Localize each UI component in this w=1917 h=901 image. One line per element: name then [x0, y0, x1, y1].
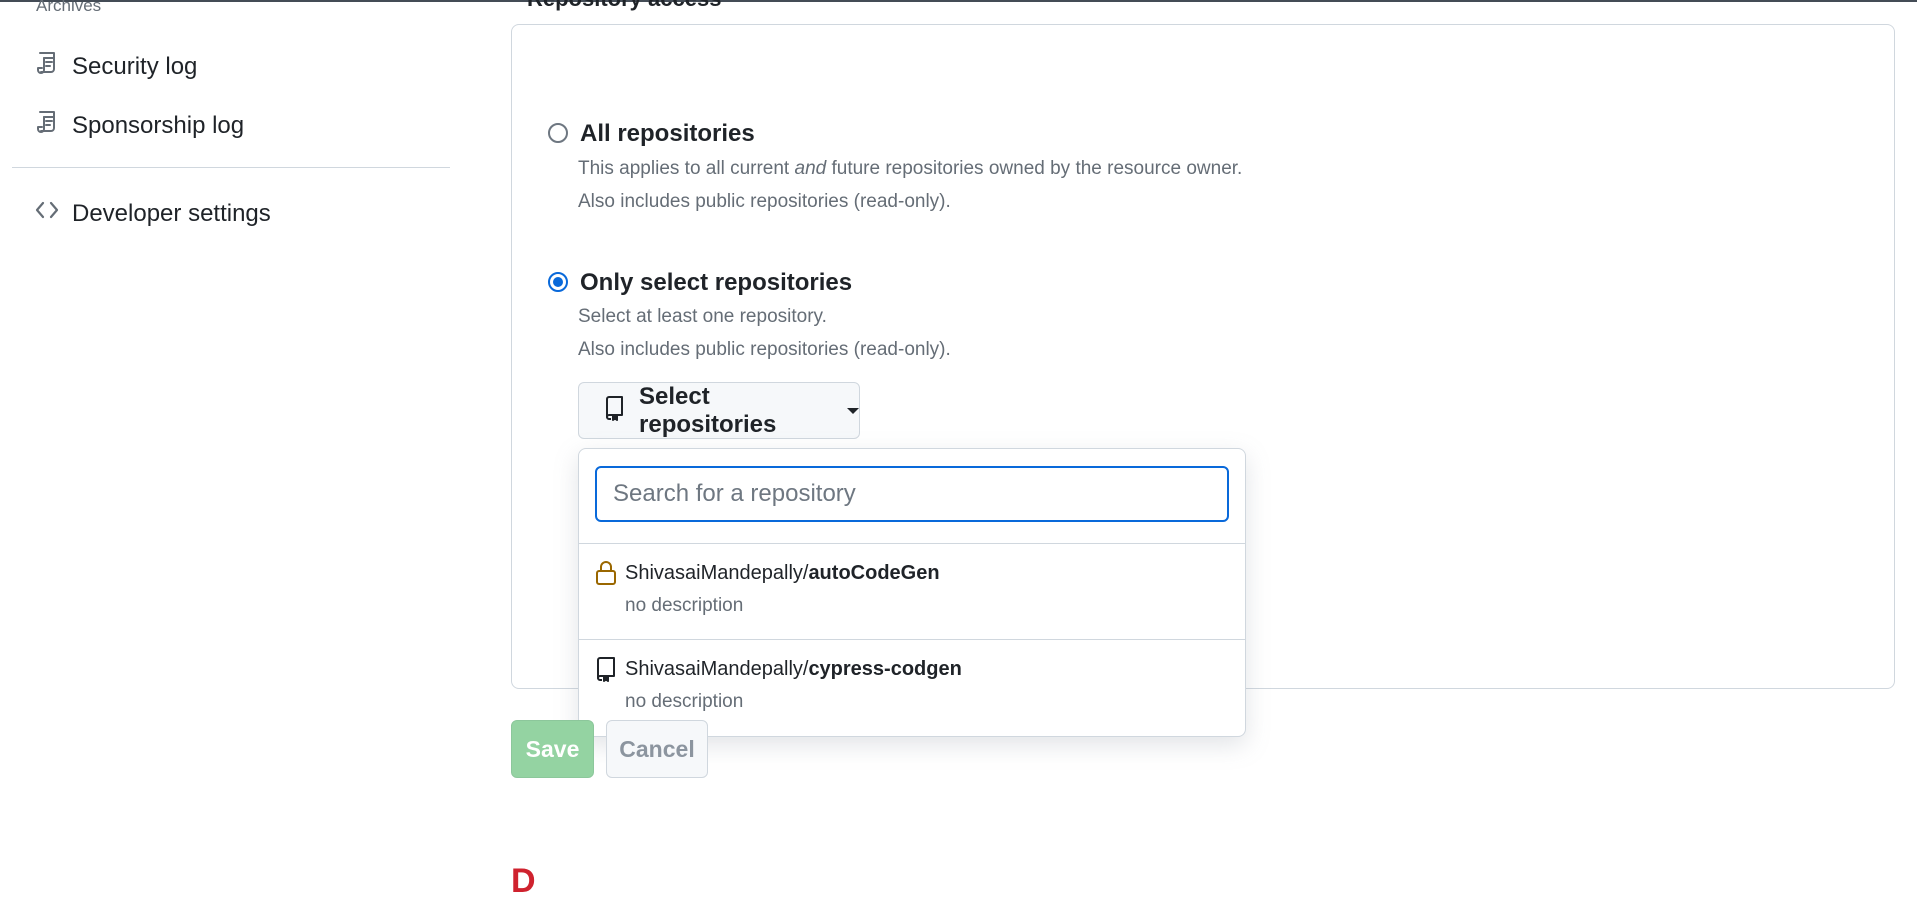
repository-full-name: ShivasaiMandepally/autoCodeGen — [625, 562, 940, 584]
save-button[interactable]: Save — [511, 720, 594, 778]
repository-description: no description — [625, 595, 744, 616]
sidebar-section-label: Archives — [36, 0, 102, 15]
select-repositories-button[interactable]: Select repositories — [578, 382, 860, 439]
option-note-only-select: Also includes public repositories (read-… — [578, 339, 951, 360]
lock-icon — [595, 560, 617, 586]
repo-icon — [595, 656, 617, 682]
radio-only-select-repositories[interactable] — [548, 272, 568, 292]
log-icon — [34, 50, 60, 83]
log-icon — [34, 109, 60, 142]
section-heading: Repository access — [527, 0, 721, 12]
option-title-all-repositories: All repositories — [580, 120, 755, 147]
option-note-all-repositories: Also includes public repositories (read-… — [578, 191, 951, 212]
option-desc-all-repositories: This applies to all current and future r… — [578, 158, 1243, 179]
sidebar-divider — [12, 167, 450, 168]
sidebar-item-label: Sponsorship log — [72, 111, 245, 139]
repository-search-input[interactable] — [595, 466, 1229, 522]
sidebar-item-developer-settings[interactable]: Developer settings — [34, 197, 271, 230]
option-desc-only-select: Select at least one repository. — [578, 306, 827, 327]
sidebar-item-label: Developer settings — [72, 199, 271, 227]
option-title-only-select: Only select repositories — [580, 269, 853, 296]
repo-icon — [605, 395, 625, 426]
repository-dropdown: ShivasaiMandepally/autoCodeGen no descri… — [578, 448, 1246, 737]
cancel-button[interactable]: Cancel — [606, 720, 708, 778]
radio-all-repositories[interactable] — [548, 123, 568, 143]
code-icon — [34, 197, 60, 230]
sidebar-item-label: Security log — [72, 52, 198, 80]
sidebar-item-sponsorship-log[interactable]: Sponsorship log — [34, 109, 244, 142]
select-repositories-label: Select repositories — [639, 382, 777, 438]
repository-option-autocodegen[interactable]: ShivasaiMandepally/autoCodeGen no descri… — [579, 544, 1245, 639]
top-border — [0, 0, 1917, 2]
repository-full-name: ShivasaiMandepally/cypress-codgen — [625, 658, 962, 680]
caret-down-icon — [847, 407, 859, 414]
sidebar-item-security-log[interactable]: Security log — [34, 50, 197, 83]
repository-description: no description — [625, 691, 744, 712]
